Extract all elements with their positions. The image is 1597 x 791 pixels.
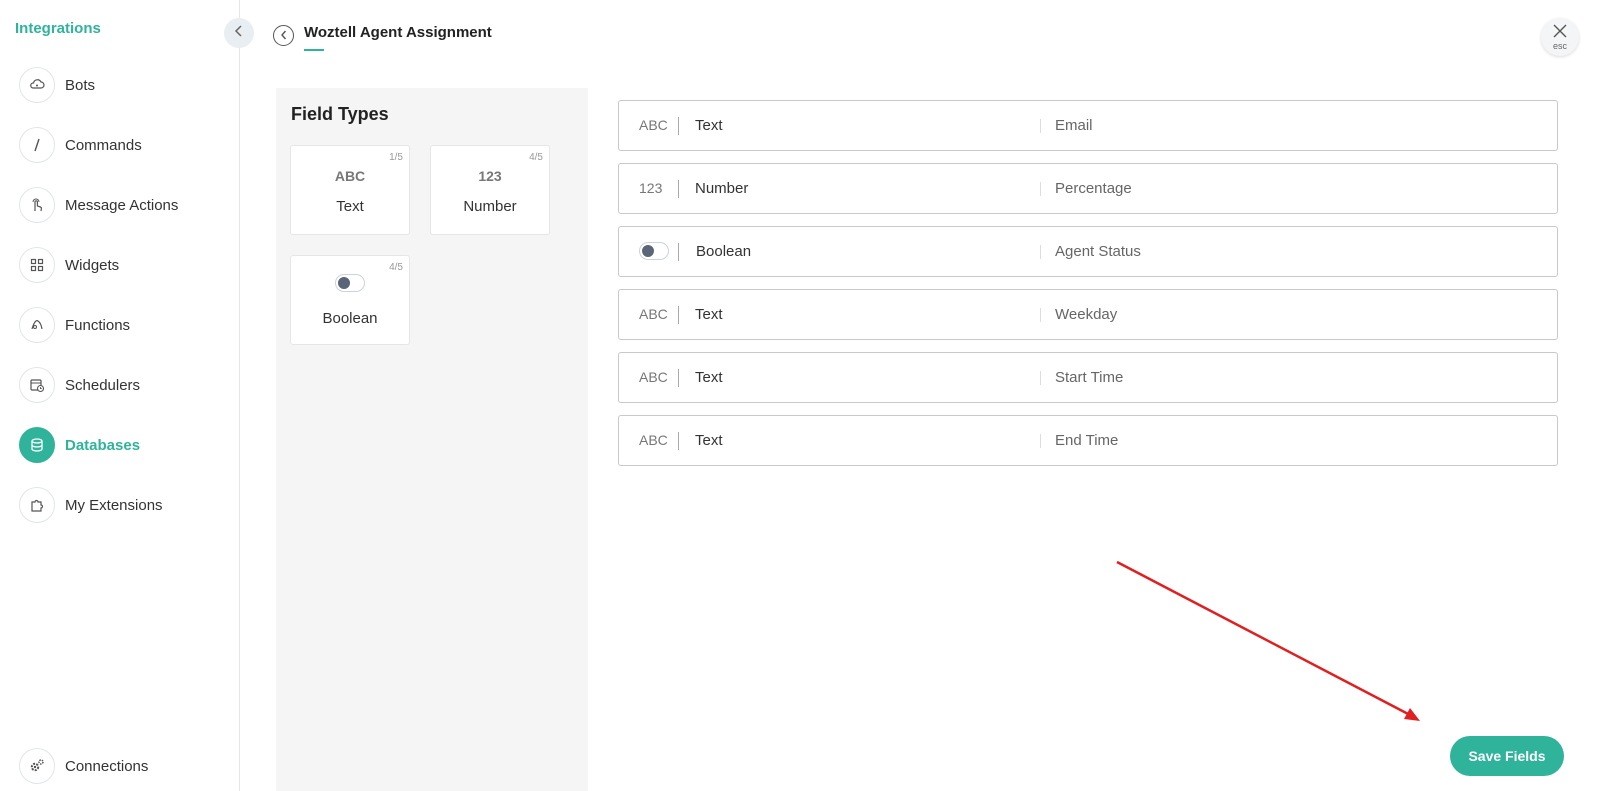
divider: [678, 369, 679, 387]
database-icon: [19, 427, 55, 463]
toggle-icon: [639, 242, 669, 265]
sidebar-item-databases[interactable]: Databases: [19, 427, 140, 463]
field-type: Number: [695, 180, 749, 197]
field-name: Agent Status: [1055, 243, 1141, 260]
field-name: Percentage: [1055, 180, 1132, 197]
field-type-card-number[interactable]: 4/5 123 Number: [430, 145, 550, 235]
field-row[interactable]: ABC Text Start Time: [618, 352, 1558, 403]
divider: [1040, 434, 1041, 448]
sidebar-item-label: Widgets: [65, 256, 120, 274]
divider: [678, 243, 679, 261]
divider: [678, 117, 679, 135]
chevron-left-icon: [234, 24, 244, 42]
field-types-title: Field Types: [291, 104, 389, 124]
field-type: Boolean: [696, 243, 752, 260]
divider: [678, 180, 679, 198]
puzzle-icon: [19, 487, 55, 523]
sidebar-item-widgets[interactable]: Widgets: [19, 247, 119, 283]
divider: [678, 306, 679, 324]
sidebar-item-label: Functions: [65, 316, 131, 334]
back-button[interactable]: [273, 25, 294, 46]
field-type-count: 1/5: [389, 152, 403, 163]
sidebar-item-schedulers[interactable]: Schedulers: [19, 367, 140, 403]
grid-icon: [19, 247, 55, 283]
divider: [1040, 182, 1041, 196]
field-row[interactable]: 123 Number Percentage: [618, 163, 1558, 214]
text-type-icon: ABC: [639, 306, 668, 322]
text-type-icon: ABC: [639, 369, 668, 385]
divider: [1040, 308, 1041, 322]
title-underline: [304, 49, 324, 51]
sidebar-item-functions[interactable]: Functions: [19, 307, 130, 343]
field-type: Text: [695, 117, 723, 134]
sidebar-title: Integrations: [15, 20, 101, 37]
fields-list: ABC Text Email 123 Number Percentage Boo…: [618, 100, 1558, 478]
toggle-icon: [291, 274, 409, 295]
divider: [1040, 371, 1041, 385]
esc-hint: esc: [1552, 40, 1567, 51]
divider: [678, 432, 679, 450]
page-title: Woztell Agent Assignment: [304, 24, 492, 41]
calendar-clock-icon: [19, 367, 55, 403]
text-type-icon: ABC: [334, 168, 366, 184]
sidebar: Integrations Bots Commands Message Actio…: [0, 0, 240, 791]
sidebar-item-bots[interactable]: Bots: [19, 67, 95, 103]
sidebar-item-commands[interactable]: Commands: [19, 127, 142, 163]
field-type-count: 4/5: [389, 262, 403, 273]
sidebar-item-label: Message Actions: [65, 196, 179, 214]
field-row[interactable]: ABC Text End Time: [618, 415, 1558, 466]
field-type-label: Text: [336, 198, 364, 215]
field-type-card-boolean[interactable]: 4/5 Boolean: [290, 255, 410, 345]
divider: [1040, 245, 1041, 259]
sidebar-item-my-extensions[interactable]: My Extensions: [19, 487, 163, 523]
slash-icon: [19, 127, 55, 163]
sidebar-item-label: Commands: [65, 136, 142, 154]
field-name: Start Time: [1055, 369, 1124, 386]
field-name: Email: [1055, 117, 1093, 134]
sidebar-item-label: Connections: [65, 757, 149, 775]
gears-icon: [19, 748, 55, 784]
field-row[interactable]: ABC Text Email: [618, 100, 1558, 151]
field-row[interactable]: Boolean Agent Status: [618, 226, 1558, 277]
number-type-icon: 123: [478, 168, 502, 184]
field-type: Text: [695, 369, 723, 386]
divider: [1040, 119, 1041, 133]
text-type-icon: ABC: [639, 117, 668, 133]
pointer-hand-icon: [19, 187, 55, 223]
save-fields-button[interactable]: Save Fields: [1450, 736, 1564, 776]
collapse-sidebar-button[interactable]: [224, 18, 254, 48]
sidebar-item-label: My Extensions: [65, 496, 163, 514]
sidebar-item-label: Databases: [65, 436, 141, 454]
chevron-left-icon: [280, 27, 288, 45]
field-type-label: Number: [463, 198, 517, 215]
field-types-panel: Field Types 1/5 ABC Text 4/5 123 Number …: [276, 88, 588, 791]
field-name: End Time: [1055, 432, 1119, 449]
field-type-count: 4/5: [529, 152, 543, 163]
field-type-label: Boolean: [322, 310, 378, 327]
field-type: Text: [695, 306, 723, 323]
function-icon: [19, 307, 55, 343]
sidebar-item-label: Bots: [65, 76, 96, 94]
field-row[interactable]: ABC Text Weekday: [618, 289, 1558, 340]
sidebar-item-label: Schedulers: [65, 376, 141, 394]
field-type-card-text[interactable]: 1/5 ABC Text: [290, 145, 410, 235]
sidebar-item-message-actions[interactable]: Message Actions: [19, 187, 178, 223]
text-type-icon: ABC: [639, 432, 668, 448]
field-name: Weekday: [1055, 306, 1118, 323]
field-type: Text: [695, 432, 723, 449]
bot-cloud-icon: [19, 67, 55, 103]
sidebar-item-connections[interactable]: Connections: [19, 748, 148, 784]
close-button[interactable]: esc: [1541, 18, 1579, 56]
number-type-icon: 123: [639, 180, 663, 196]
